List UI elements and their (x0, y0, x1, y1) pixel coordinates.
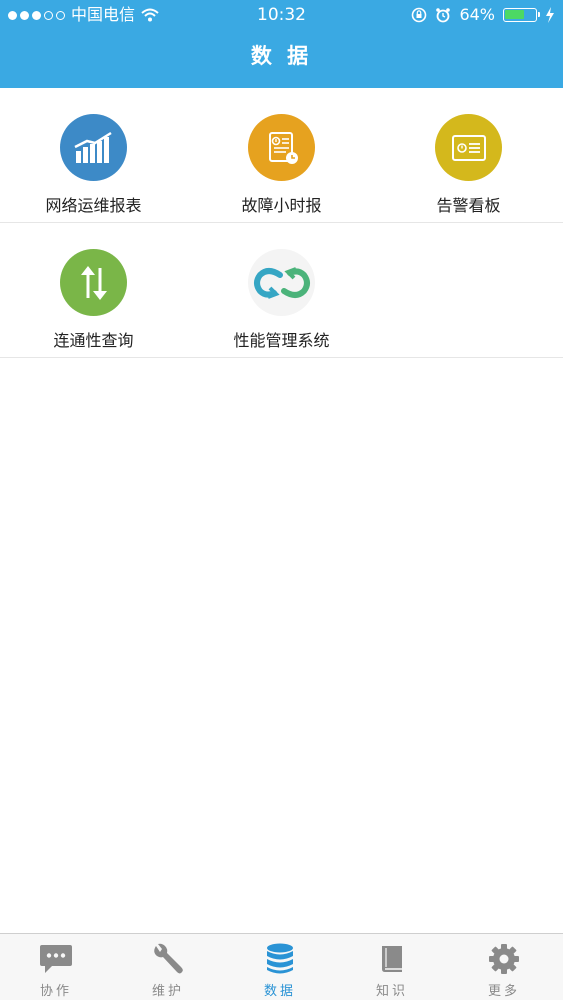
grid-item-label: 性能管理系统 (233, 331, 330, 350)
tab-label: 知识 (375, 984, 408, 999)
tab-more[interactable]: 更多 (448, 934, 560, 1001)
battery-percent: 64% (459, 5, 495, 24)
status-right: 64% (411, 0, 555, 30)
page-title: 数 据 (250, 44, 313, 68)
fault-report-icon (248, 114, 315, 181)
grid-item-alarm-board[interactable]: 告警看板 (375, 88, 562, 223)
tab-maintenance[interactable]: 维护 (112, 934, 224, 1001)
grid-item-label: 连通性查询 (53, 331, 134, 350)
grid-item-label: 网络运维报表 (45, 196, 142, 215)
header: 中国电信 10:32 64% 数 据 (0, 0, 563, 88)
rotation-lock-icon (412, 7, 427, 23)
chat-bubble-icon (40, 945, 72, 973)
grid-item-fault-report[interactable]: 故障小时报 (188, 88, 375, 223)
grid-item-label: 告警看板 (436, 196, 501, 215)
book-icon (382, 946, 402, 972)
tab-data[interactable]: 数据 (224, 934, 336, 1001)
updown-arrows-icon (60, 249, 127, 316)
grid-row-2: 连通性查询 性能管理系统 (0, 223, 563, 358)
status-bar: 中国电信 10:32 64% (0, 0, 563, 30)
tab-collaboration[interactable]: 协作 (0, 934, 112, 1001)
grid-item-label: 故障小时报 (241, 196, 322, 215)
alarm-clock-icon (436, 8, 451, 23)
grid-item-network-report[interactable]: 网络运维报表 (0, 88, 187, 223)
alarm-board-icon (435, 114, 502, 181)
performance-loop-icon (248, 249, 315, 316)
database-icon (267, 943, 293, 974)
charging-bolt-icon (546, 7, 554, 23)
tab-knowledge[interactable]: 知识 (336, 934, 448, 1001)
report-chart-icon (60, 114, 127, 181)
tab-label: 数据 (263, 984, 296, 999)
grid-row-1: 网络运维报表 故障小时报 告警看板 (0, 88, 563, 223)
tab-label: 协作 (39, 984, 72, 999)
gear-icon (489, 944, 519, 974)
wrench-icon (154, 943, 183, 974)
battery-icon (503, 8, 540, 22)
tab-bar: 协作 维护 数据 知识 更多 (0, 933, 563, 1000)
tab-label: 更多 (487, 984, 520, 999)
grid-item-connectivity-query[interactable]: 连通性查询 (0, 223, 187, 358)
tab-label: 维护 (151, 984, 184, 999)
grid-item-performance-system[interactable]: 性能管理系统 (188, 223, 375, 358)
